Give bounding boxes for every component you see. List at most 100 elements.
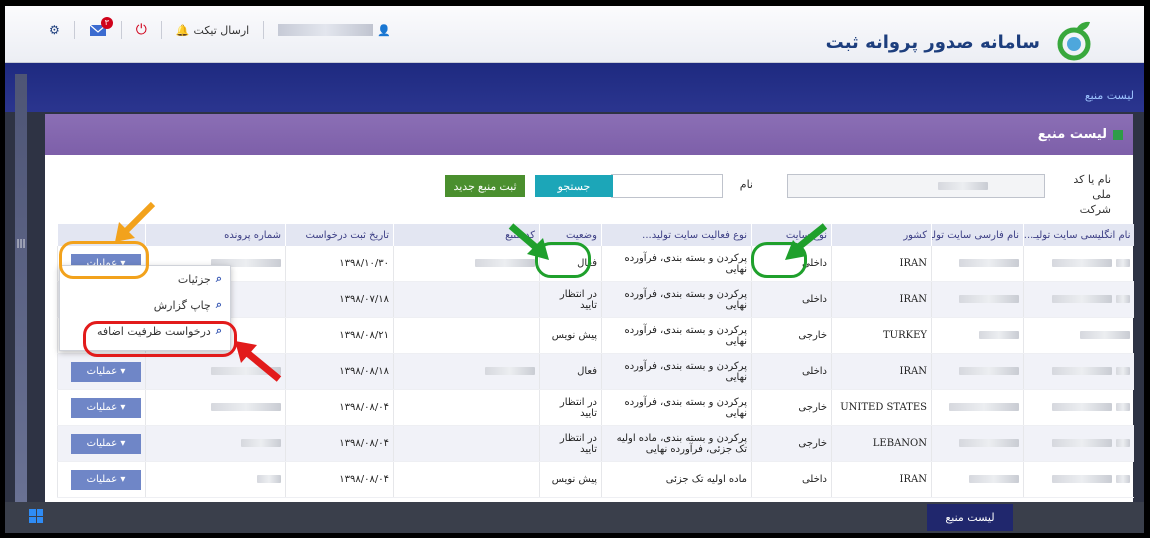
fda-logo-icon: ⚙: [49, 23, 60, 37]
brand: سامانه صدور پروانه ثبت: [826, 18, 1098, 66]
menu-item-extra-capacity[interactable]: ⌕ درخواست ظرفیت اضافه: [60, 318, 230, 344]
col-status[interactable]: وضعیت: [539, 224, 602, 246]
windows-start-icon[interactable]: [29, 509, 43, 523]
cell-date: ۱۳۹۸/۰۸/۲۱: [285, 317, 394, 354]
menu-item-details[interactable]: ⌕ جزئیات: [60, 266, 230, 292]
menu-item-print-report[interactable]: ⌕ چاپ گزارش: [60, 292, 230, 318]
col-source-code[interactable]: کد منبع: [393, 224, 540, 246]
col-country[interactable]: کشور: [831, 224, 932, 246]
toolbar-divider: [73, 21, 75, 39]
cell-date: ۱۳۹۸/۱۰/۳۰: [285, 246, 394, 282]
cell-status: در انتظار تایید: [539, 389, 602, 426]
input-value-redacted: [938, 182, 988, 190]
taskbar: لیست منبع: [5, 502, 1144, 533]
operations-button[interactable]: ▾ عملیات: [71, 469, 141, 490]
search-icon: ⌕: [215, 272, 222, 285]
col-file-no[interactable]: شماره پرونده: [145, 224, 286, 246]
cell-country: IRAN: [831, 353, 932, 390]
taskbar-window-button[interactable]: لیست منبع: [927, 504, 1013, 531]
cell-site-type: داخلی: [751, 281, 832, 318]
cell-country: IRAN: [831, 461, 932, 498]
bell-icon: 🔔: [175, 23, 190, 37]
user-icon: 👤: [377, 23, 391, 37]
cell-activity: پرکردن و بسته بندی، ماده اولیه تک جزئی، …: [601, 425, 752, 462]
cell-activity: پرکردن و بسته بندی، فرآورده نهایی: [601, 317, 752, 354]
operations-button[interactable]: ▾ عملیات: [71, 361, 141, 382]
send-ticket-label: ارسال تیکت: [193, 23, 250, 37]
cell-date: ۱۳۹۸/۰۸/۰۴: [285, 461, 394, 498]
col-reg-date[interactable]: تاریخ ثبت درخواست: [285, 224, 394, 246]
company-code-label: نام یا کد ملی شرکت: [1073, 173, 1111, 216]
col-persian-name[interactable]: نام فارسی سایت تولید...: [931, 224, 1024, 246]
menu-item-label: چاپ گزارش: [153, 298, 211, 312]
app-title: سامانه صدور پروانه ثبت: [825, 31, 1040, 53]
col-activity[interactable]: نوع فعالیت سایت تولید...: [601, 224, 752, 246]
cell-site-type: خارجی: [751, 425, 832, 462]
cell-activity: پرکردن و بسته بندی، فرآورده نهایی: [601, 246, 752, 282]
app-window: ⚙ ۳ ⏻ 🔔 ارسال تیکت 👤 سامانه صدور پروانه …: [5, 6, 1144, 533]
cell-date: ۱۳۹۸/۰۷/۱۸: [285, 281, 394, 318]
new-source-button[interactable]: ثبت منبع جدید: [445, 175, 525, 197]
cell-country: IRAN: [831, 281, 932, 318]
cell-activity: پرکردن و بسته بندی، فرآورده نهایی: [601, 389, 752, 426]
grip-icon: |||: [16, 239, 26, 249]
cell-status: در انتظار تایید: [539, 281, 602, 318]
table-row[interactable]: LEBANON خارجی پرکردن و بسته بندی، ماده ا…: [57, 425, 1134, 462]
operations-menu: ⌕ جزئیات ⌕ چاپ گزارش ⌕ درخواست ظرفیت اضا…: [59, 265, 231, 351]
cell-country: TURKEY: [831, 317, 932, 354]
panel-header: لیست منبع: [45, 114, 1133, 155]
cell-status: پیش نویس: [539, 461, 602, 498]
cell-date: ۱۳۹۸/۰۸/۱۸: [285, 353, 394, 390]
messages-button[interactable]: ۳: [89, 17, 113, 37]
company-code-input[interactable]: [787, 174, 1045, 198]
menu-item-label: جزئیات: [177, 272, 211, 286]
cell-status: فعال: [539, 353, 602, 390]
cell-status: فعال: [539, 246, 602, 282]
cell-site-type: داخلی: [751, 353, 832, 390]
filter-bar: نام یا کد ملی شرکت نام جستجو ثبت منبع جد…: [45, 166, 1133, 216]
top-header: ⚙ ۳ ⏻ 🔔 ارسال تیکت 👤 سامانه صدور پروانه …: [5, 6, 1144, 63]
cell-date: ۱۳۹۸/۰۸/۰۴: [285, 389, 394, 426]
send-ticket-link[interactable]: 🔔 ارسال تیکت: [176, 24, 249, 37]
toolbar-divider: [160, 21, 162, 39]
cell-site-type: داخلی: [751, 461, 832, 498]
username-redacted: [278, 24, 374, 36]
app-logo: [1050, 18, 1098, 66]
search-button[interactable]: جستجو: [535, 175, 613, 197]
toolbar-divider: [263, 21, 265, 39]
power-button[interactable]: ⏻: [136, 22, 147, 38]
col-english-name[interactable]: نام انگلیسی سایت تولیـ...: [1023, 224, 1134, 246]
toolbar-divider: [120, 21, 122, 39]
cell-activity: ماده اولیه تک جزئی: [601, 461, 752, 498]
name-input[interactable]: [611, 174, 723, 198]
operations-button[interactable]: ▾ عملیات: [71, 433, 141, 454]
cell-activity: پرکردن و بسته بندی، فرآورده نهایی: [601, 353, 752, 390]
table-row[interactable]: UNITED STATES خارجی پرکردن و بسته بندی، …: [57, 389, 1134, 426]
power-icon: ⏻: [135, 22, 147, 38]
breadcrumb[interactable]: لیست منبع: [1085, 89, 1134, 102]
cell-country: LEBANON: [831, 425, 932, 462]
notification-badge: ۳: [100, 17, 113, 29]
cell-status: در انتظار تایید: [539, 425, 602, 462]
cell-site-type: داخلی: [751, 246, 832, 282]
table-row[interactable]: IRAN داخلی ماده اولیه تک جزئی پیش نویس ۱…: [57, 461, 1134, 498]
panel-title: لیست منبع: [1037, 127, 1107, 142]
list-icon: [1113, 129, 1123, 140]
cell-activity: پرکردن و بسته بندی، فرآورده نهایی: [601, 281, 752, 318]
left-sidebar-toggle[interactable]: |||: [15, 74, 27, 504]
cell-site-type: خارجی: [751, 317, 832, 354]
name-label: نام: [739, 178, 753, 191]
operations-button[interactable]: ▾ عملیات: [71, 397, 141, 418]
cell-status: پیش نویس: [539, 317, 602, 354]
cell-country: UNITED STATES: [831, 389, 932, 426]
search-icon: ⌕: [215, 324, 222, 337]
page-band: لیست منبع: [5, 63, 1144, 112]
search-icon: ⌕: [215, 298, 222, 311]
table-row[interactable]: IRAN داخلی پرکردن و بسته بندی، فرآورده ن…: [57, 353, 1134, 390]
table-header-row: نام انگلیسی سایت تولیـ... نام فارسی سایت…: [57, 224, 1134, 246]
menu-item-label: درخواست ظرفیت اضافه: [96, 324, 211, 338]
col-site-type[interactable]: نوع سایت: [751, 224, 832, 246]
user-menu[interactable]: 👤: [278, 24, 391, 37]
leaf-logo-icon: [1057, 21, 1091, 61]
cell-site-type: خارجی: [751, 389, 832, 426]
